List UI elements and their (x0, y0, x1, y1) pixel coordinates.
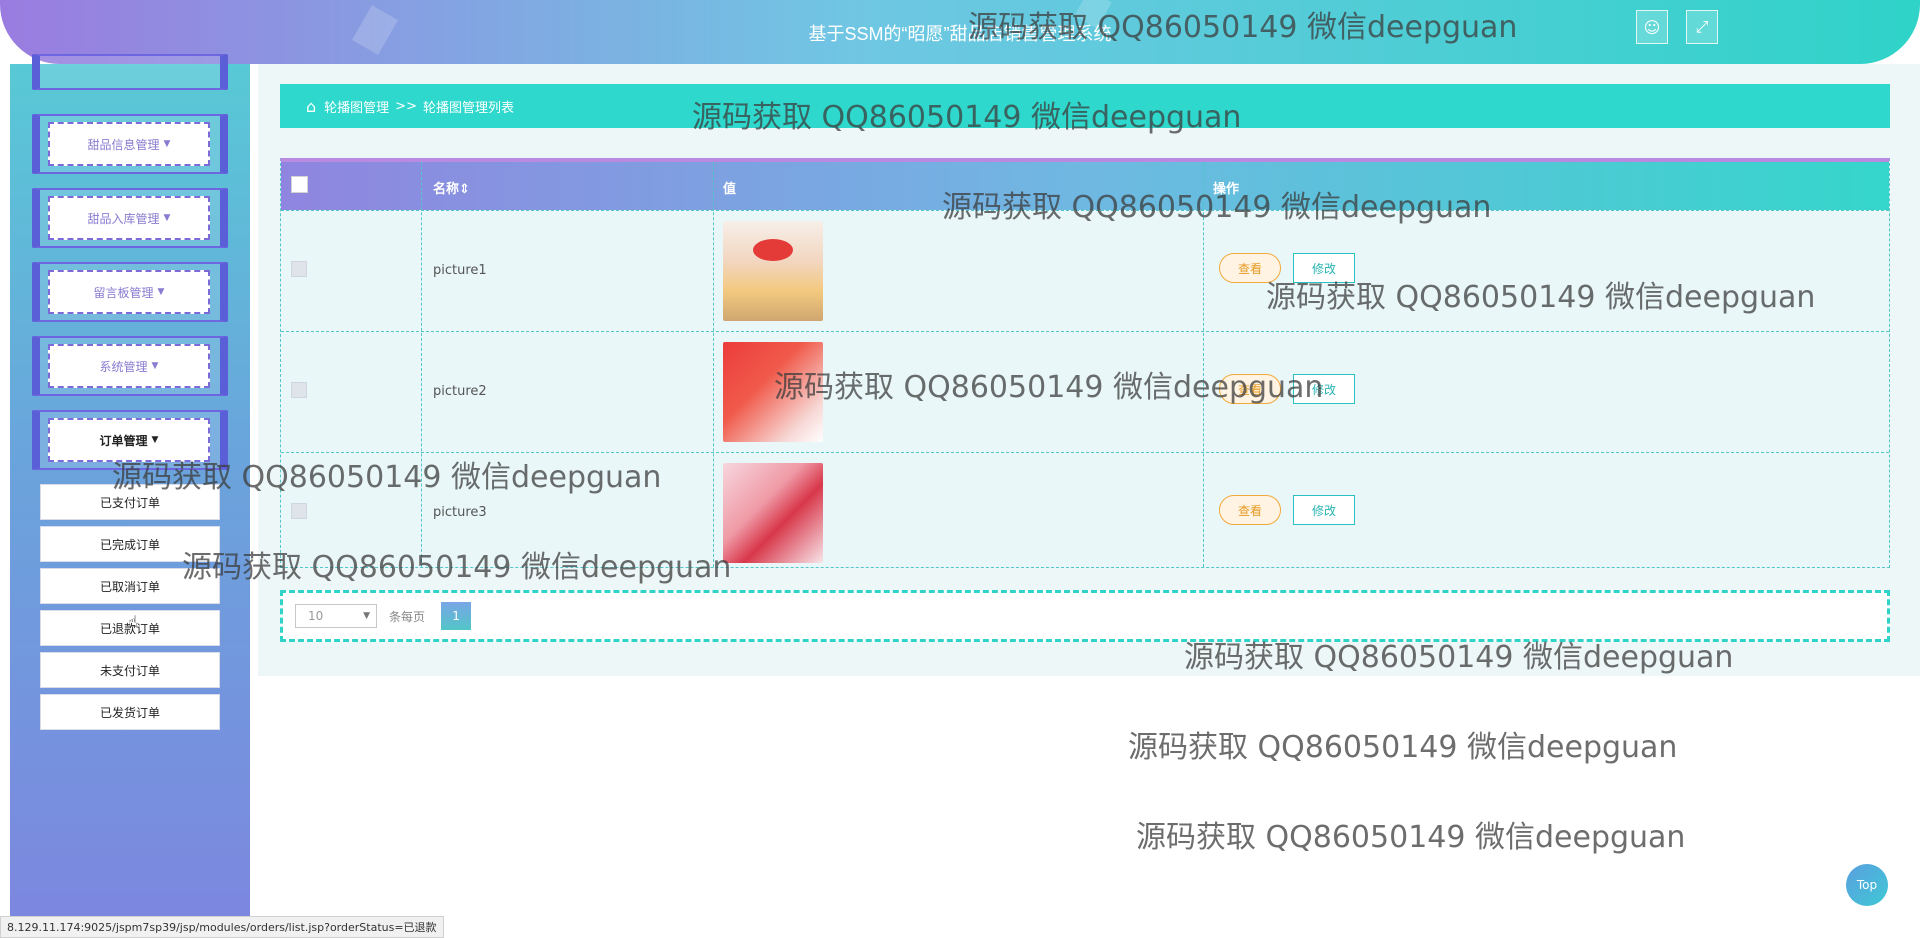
sidebar-item-label: 留言板管理 (93, 285, 154, 300)
sidebar-item-dessert-info[interactable]: 甜品信息管理 ▼ (48, 122, 210, 166)
sidebar-item-dessert-stock[interactable]: 甜品入库管理 ▼ (48, 196, 210, 240)
column-header-actions: 操作 (1213, 182, 1240, 197)
per-page-label: 条每页 (389, 609, 426, 624)
sidebar-group-dessert-stock[interactable]: 甜品入库管理 ▼ (32, 188, 228, 248)
caret-down-icon: ▼ (163, 213, 171, 223)
breadcrumb: ⌂ 轮播图管理 >> 轮播图管理列表 (280, 84, 1890, 128)
sidebar-item-orders[interactable]: 订单管理 ▼ (48, 418, 210, 462)
cell-name: picture2 (433, 384, 487, 399)
caret-down-icon: ▼ (151, 361, 159, 371)
view-button[interactable]: 查看 (1219, 374, 1281, 404)
caret-down-icon: ▼ (151, 435, 159, 445)
sidebar-group-dessert-info[interactable]: 甜品信息管理 ▼ (32, 114, 228, 174)
watermark: 源码获取 QQ86050149 微信deepguan (1128, 730, 1678, 765)
image-thumbnail[interactable] (723, 463, 823, 563)
table-header: 名称⇕ 值 操作 (281, 162, 1889, 210)
cell-name: picture3 (433, 505, 487, 520)
sidebar-subitem-unpaid-orders[interactable]: 未支付订单 (40, 652, 220, 688)
home-icon[interactable]: ⌂ (306, 97, 316, 116)
sidebar-item-message-board[interactable]: 留言板管理 ▼ (48, 270, 210, 314)
caret-down-icon: ▼ (163, 139, 171, 149)
sidebar-group-orders[interactable]: 订单管理 ▼ (32, 410, 228, 470)
edit-button[interactable]: 修改 (1293, 495, 1355, 525)
page-size-value: 10 (308, 609, 324, 623)
sidebar-item-label: 订单管理 (99, 433, 148, 448)
row-checkbox[interactable] (291, 261, 307, 277)
sidebar-group-message-board[interactable]: 留言板管理 ▼ (32, 262, 228, 322)
sidebar-item-label: 甜品信息管理 (87, 137, 160, 152)
column-header-name-label: 名称 (433, 182, 460, 197)
fullscreen-icon[interactable]: ⤢ (1686, 10, 1718, 44)
sort-icon[interactable]: ⇕ (459, 182, 470, 197)
edit-button[interactable]: 修改 (1293, 374, 1355, 404)
breadcrumb-section[interactable]: 轮播图管理 (324, 97, 389, 116)
page-size-select[interactable]: 10 ▼ (295, 604, 377, 628)
sidebar-subitem-cancelled-orders[interactable]: 已取消订单 (40, 568, 220, 604)
sidebar-item-system[interactable]: 系统管理 ▼ (48, 344, 210, 388)
chevron-down-icon: ▼ (363, 611, 370, 621)
row-checkbox[interactable] (291, 382, 307, 398)
breadcrumb-separator: >> (395, 98, 417, 114)
caret-down-icon: ▼ (157, 287, 165, 297)
data-table: 名称⇕ 值 操作 picture1 查看 修改 picture2 查看 修改 p… (280, 158, 1890, 568)
table-row: picture3 查看 修改 (281, 452, 1889, 574)
table-row: picture2 查看 修改 (281, 331, 1889, 453)
sidebar-group-partial (32, 54, 228, 90)
table-row: picture1 查看 修改 (281, 210, 1889, 332)
user-icon[interactable]: ☺ (1636, 10, 1668, 44)
app-title: 基于SSM的“昭愿”甜品店销售管理系统 (808, 24, 1112, 44)
sidebar: 甜品信息管理 ▼ 甜品入库管理 ▼ 留言板管理 ▼ 系统管理 ▼ 订单管理 ▼ 已支付订单… (10, 54, 250, 936)
column-header-value: 值 (723, 182, 737, 197)
select-all-checkbox[interactable] (291, 176, 308, 193)
breadcrumb-page: 轮播图管理列表 (422, 100, 514, 116)
view-button[interactable]: 查看 (1219, 495, 1281, 525)
sidebar-group-system[interactable]: 系统管理 ▼ (32, 336, 228, 396)
sidebar-item-label: 甜品入库管理 (87, 211, 160, 226)
image-thumbnail[interactable] (723, 221, 823, 321)
row-checkbox[interactable] (291, 503, 307, 519)
edit-button[interactable]: 修改 (1293, 253, 1355, 283)
cell-name: picture1 (433, 263, 487, 278)
watermark: 源码获取 QQ86050149 微信deepguan (1136, 820, 1686, 855)
view-button[interactable]: 查看 (1219, 253, 1281, 283)
pagination: 10 ▼ 条每页 1 (280, 590, 1890, 642)
sidebar-subitem-shipped-orders[interactable]: 已发货订单 (40, 694, 220, 730)
top-header: 基于SSM的“昭愿”甜品店销售管理系统 ☺ ⤢ (0, 0, 1920, 64)
mouse-cursor-icon: ☝ (128, 612, 138, 631)
sidebar-item-label: 系统管理 (99, 359, 148, 374)
back-to-top-button[interactable]: Top (1846, 864, 1888, 906)
image-thumbnail[interactable] (723, 342, 823, 442)
page-number-button[interactable]: 1 (441, 602, 472, 630)
status-bar-url: 8.129.11.174:9025/jspm7sp39/jsp/modules/… (0, 916, 444, 938)
sidebar-subitem-completed-orders[interactable]: 已完成订单 (40, 526, 220, 562)
column-header-name[interactable]: 名称⇕ (433, 178, 470, 197)
sidebar-subitem-paid-orders[interactable]: 已支付订单 (40, 484, 220, 520)
